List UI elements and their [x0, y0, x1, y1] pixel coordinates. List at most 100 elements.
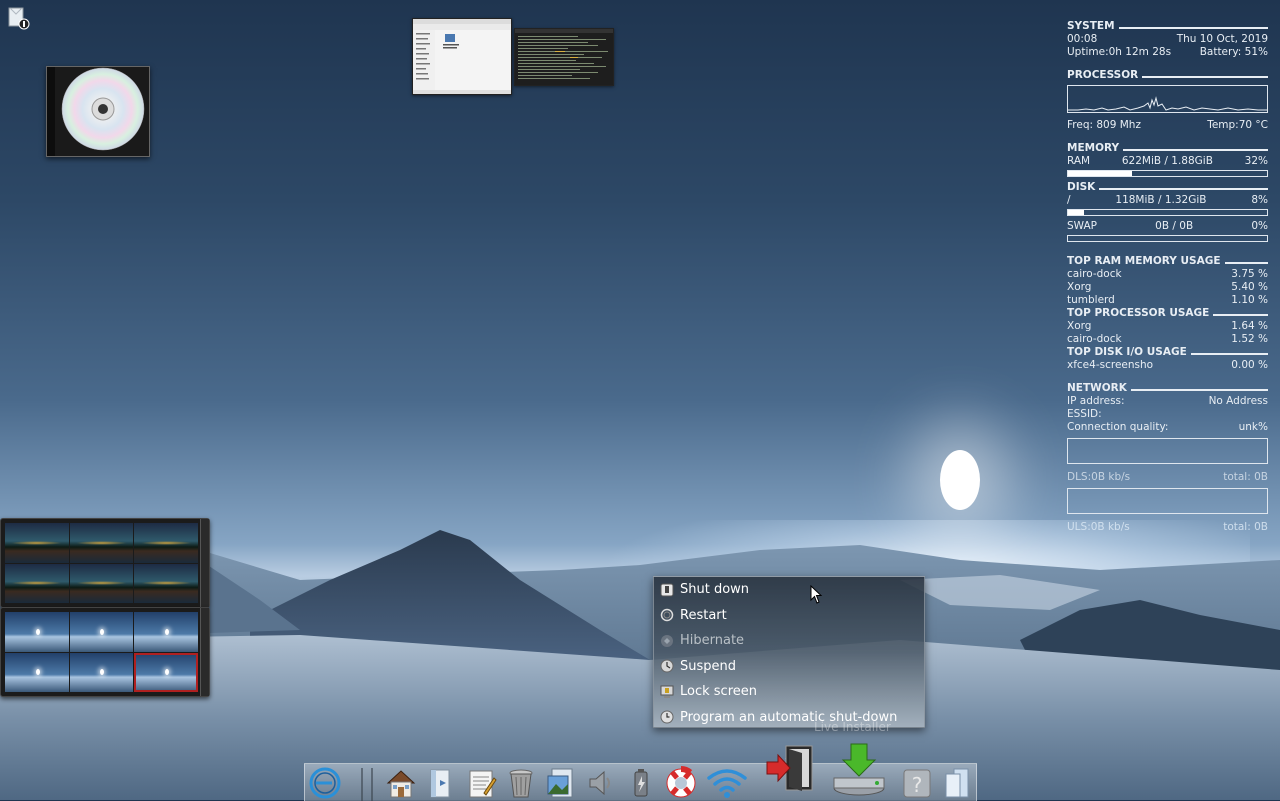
section-top-io: TOP DISK I/O USAGE — [1067, 346, 1268, 359]
disk-percent: 8% — [1251, 194, 1268, 206]
upload-speed: ULS:0B kb/s — [1067, 521, 1130, 533]
cpu-graph — [1067, 85, 1268, 113]
section-disk: DISK — [1067, 181, 1268, 194]
mouse-cursor-icon — [810, 585, 823, 604]
restart-icon — [660, 608, 674, 622]
section-system: SYSTEM — [1067, 20, 1268, 33]
ip-label: IP address: — [1067, 395, 1125, 407]
dock-tooltip-label: Live Installer — [814, 720, 891, 734]
menu-item-label: Lock screen — [680, 684, 757, 700]
uptime: Uptime:0h 12m 28s — [1067, 46, 1172, 58]
disk-bar-fill — [1068, 210, 1084, 215]
hibernate-icon — [660, 634, 674, 648]
cairo-dock: ? — [304, 743, 977, 801]
file-manager-icon[interactable] — [423, 764, 459, 801]
workspace-pager-1[interactable] — [0, 518, 210, 608]
swap-label: SWAP — [1067, 220, 1097, 232]
download-graph — [1067, 438, 1268, 464]
download-speed: DLS:0B kb/s — [1067, 471, 1131, 483]
download-total: total: 0B — [1223, 471, 1268, 483]
file-manager-window-thumbnail[interactable] — [412, 18, 512, 95]
workspace-thumbnail[interactable] — [69, 612, 134, 652]
section-network: NETWORK — [1067, 382, 1268, 395]
menu-item-suspend[interactable]: Suspend — [654, 654, 924, 680]
section-memory: MEMORY — [1067, 142, 1268, 155]
essid-label: ESSID: — [1067, 408, 1102, 420]
process-row: cairo-dock 1.52 % — [1067, 333, 1268, 345]
workspace-thumbnail[interactable] — [69, 523, 134, 563]
wifi-icon[interactable] — [703, 764, 751, 801]
section-processor: PROCESSOR — [1067, 69, 1268, 82]
conky-system-monitor: SYSTEM 00:08 Thu 10 Oct, 2019 Uptime:0h 1… — [1067, 16, 1268, 534]
cpu-frequency: Freq: 809 Mhz — [1067, 119, 1141, 131]
swap-bar — [1067, 235, 1268, 242]
swap-percent: 0% — [1251, 220, 1268, 232]
ram-bar — [1067, 170, 1268, 177]
workspace-thumbnail[interactable] — [5, 563, 69, 603]
app-menu-icon[interactable] — [307, 764, 343, 801]
lock-icon — [660, 685, 674, 699]
menu-item-shut-down[interactable]: Shut down — [654, 577, 924, 603]
image-viewer-icon[interactable] — [543, 764, 579, 801]
power-icon — [660, 583, 674, 597]
home-folder-icon[interactable] — [383, 764, 419, 801]
clock-date: Thu 10 Oct, 2019 — [1176, 33, 1268, 45]
logout-menu: Shut down Restart Hibernate Suspend Lock… — [653, 576, 925, 728]
workspace-thumbnail[interactable] — [69, 563, 134, 603]
menu-item-label: Shut down — [680, 582, 750, 598]
dock-separator — [371, 768, 373, 801]
menu-item-lock-screen[interactable]: Lock screen — [654, 679, 924, 705]
wallpaper-sun — [940, 450, 980, 510]
workspace-thumbnail[interactable] — [134, 612, 198, 652]
upload-total: total: 0B — [1223, 521, 1268, 533]
power-manager-icon[interactable] — [623, 764, 659, 801]
ram-label: RAM — [1067, 155, 1091, 167]
workspace-thumbnail-active[interactable] — [134, 652, 198, 692]
workspace-thumbnail[interactable] — [5, 612, 69, 652]
quality-value: unk% — [1238, 421, 1268, 433]
svg-text:?: ? — [912, 773, 923, 797]
workspace-thumbnail[interactable] — [134, 523, 198, 563]
pager-handle[interactable] — [200, 608, 209, 696]
process-row: tumblerd 1.10 % — [1067, 294, 1268, 306]
workspace-thumbnail[interactable] — [5, 523, 69, 563]
terminal-window-thumbnail[interactable] — [514, 28, 614, 86]
ram-usage: 622MiB / 1.88GiB — [1121, 155, 1213, 167]
section-top-cpu: TOP PROCESSOR USAGE — [1067, 307, 1268, 320]
workspace-thumbnail[interactable] — [134, 563, 198, 603]
menu-item-label: Restart — [680, 607, 727, 623]
window-list-icon[interactable] — [939, 764, 975, 801]
ram-bar-fill — [1068, 171, 1132, 176]
menu-item-hibernate: Hibernate — [654, 628, 924, 654]
process-row: xfce4-screensho 0.00 % — [1067, 359, 1268, 371]
desktop-file-icon[interactable] — [6, 6, 30, 30]
workspace-thumbnail[interactable] — [5, 652, 69, 692]
swap-usage: 0B / 0B — [1155, 220, 1194, 232]
process-row: Xorg 1.64 % — [1067, 320, 1268, 332]
quality-label: Connection quality: — [1067, 421, 1169, 433]
pager-handle[interactable] — [200, 519, 209, 607]
logout-icon[interactable] — [763, 738, 817, 798]
menu-item-restart[interactable]: Restart — [654, 603, 924, 629]
ram-percent: 32% — [1244, 155, 1268, 167]
workspace-thumbnail[interactable] — [69, 652, 134, 692]
process-row: cairo-dock 3.75 % — [1067, 268, 1268, 280]
upload-graph — [1067, 488, 1268, 514]
menu-item-label: Suspend — [680, 658, 737, 674]
workspace-pager-2[interactable] — [0, 607, 210, 697]
dock-separator — [361, 768, 363, 801]
cpu-temperature: Temp:70 °C — [1207, 119, 1268, 131]
text-editor-icon[interactable] — [463, 764, 499, 801]
disk-usage: 118MiB / 1.32GiB — [1115, 194, 1207, 206]
battery-status: Battery: 51% — [1199, 46, 1268, 58]
help-lifebuoy-icon[interactable] — [663, 764, 699, 801]
volume-icon[interactable] — [583, 764, 619, 801]
menu-item-label: Hibernate — [680, 633, 745, 649]
live-installer-icon[interactable] — [829, 740, 889, 800]
trash-icon[interactable] — [503, 764, 539, 801]
clock-time: 00:08 — [1067, 33, 1098, 45]
process-row: Xorg 5.40 % — [1067, 281, 1268, 293]
help-question-icon[interactable]: ? — [899, 764, 935, 801]
section-top-ram: TOP RAM MEMORY USAGE — [1067, 255, 1268, 268]
optical-disc-icon[interactable] — [46, 66, 150, 157]
